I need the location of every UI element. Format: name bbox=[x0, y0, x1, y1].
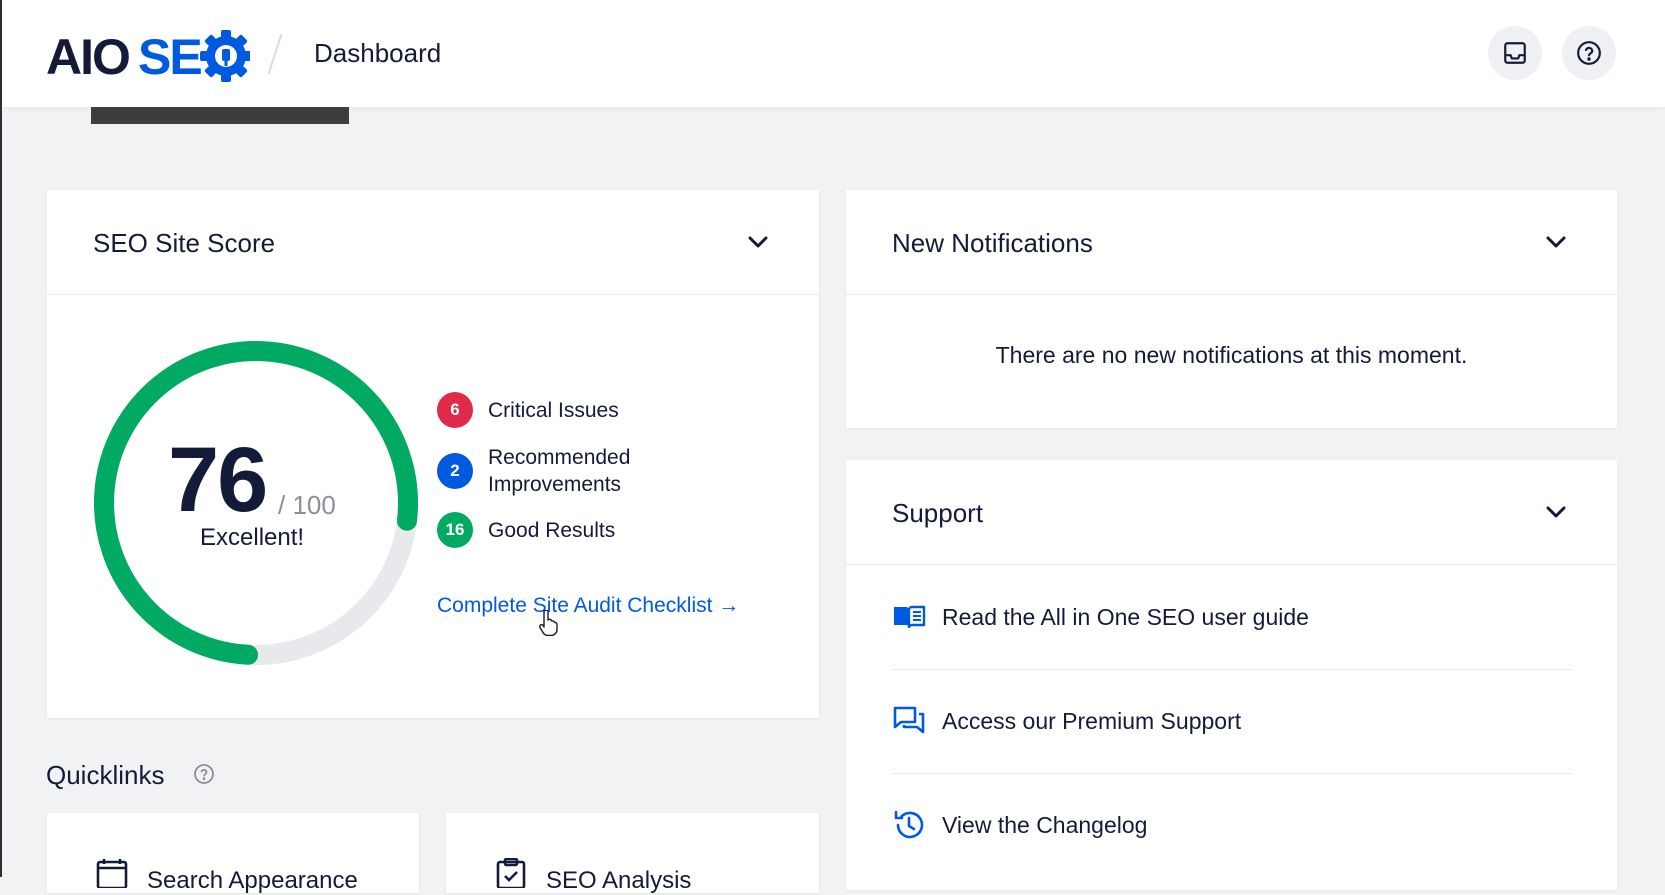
card-title: New Notifications bbox=[892, 228, 1093, 258]
notifications-inbox-button[interactable] bbox=[1488, 26, 1542, 80]
support-item-user-guide[interactable]: Read the All in One SEO user guide bbox=[892, 565, 1572, 670]
support-item-premium-support[interactable]: Access our Premium Support bbox=[892, 669, 1572, 774]
notifications-empty-message: There are no new notifications at this m… bbox=[995, 342, 1468, 368]
critical-count-badge: 6 bbox=[437, 392, 473, 428]
quicklink-label: Search Appearance bbox=[147, 867, 358, 894]
card-title: Support bbox=[892, 498, 984, 528]
stat-good-results[interactable]: 16 Good Results bbox=[437, 512, 615, 548]
support-header[interactable]: Support bbox=[846, 460, 1617, 565]
svg-text:SE: SE bbox=[138, 29, 201, 82]
notifications-header[interactable]: New Notifications bbox=[846, 190, 1617, 295]
score-rating: Excellent! bbox=[200, 524, 305, 551]
history-icon bbox=[894, 810, 924, 839]
score-max: / 100 bbox=[278, 490, 336, 520]
support-item-label: View the Changelog bbox=[942, 811, 1148, 838]
support-item-label: Access our Premium Support bbox=[942, 707, 1242, 734]
window-edge bbox=[0, 0, 2, 877]
page-title: Dashboard bbox=[314, 38, 442, 68]
support-item-label: Read the All in One SEO user guide bbox=[942, 603, 1309, 630]
card-title: SEO Site Score bbox=[93, 228, 276, 258]
svg-text:AIO: AIO bbox=[46, 29, 129, 82]
chevron-down-icon[interactable] bbox=[747, 234, 769, 250]
quicklink-label: SEO Analysis bbox=[546, 867, 692, 894]
aioseo-logo[interactable]: AIO SE bbox=[46, 28, 250, 82]
hand-cursor-icon bbox=[539, 610, 558, 636]
help-button[interactable] bbox=[1562, 26, 1616, 80]
breadcrumb-divider bbox=[267, 33, 283, 75]
support-item-changelog[interactable]: View the Changelog bbox=[892, 773, 1572, 877]
seo-site-score-header[interactable]: SEO Site Score bbox=[47, 190, 819, 295]
help-icon bbox=[1577, 41, 1601, 65]
quicklinks-title: Quicklinks bbox=[46, 760, 165, 790]
stat-label: Recommended Improvements bbox=[488, 446, 631, 496]
complete-site-audit-link[interactable]: Complete Site Audit Checklist → bbox=[437, 594, 739, 618]
search-appearance-icon bbox=[96, 859, 128, 888]
chat-icon bbox=[893, 706, 925, 734]
score-value: 76 bbox=[168, 429, 268, 531]
chevron-down-icon[interactable] bbox=[1545, 504, 1567, 520]
new-notifications-card: New Notifications There are no new notif… bbox=[846, 190, 1617, 428]
chevron-down-icon[interactable] bbox=[1545, 234, 1567, 250]
support-card: Support Read the All in One SEO user gui… bbox=[846, 460, 1617, 890]
notice-bar bbox=[91, 107, 349, 124]
book-icon bbox=[894, 605, 926, 629]
quicklink-search-appearance[interactable]: Search Appearance bbox=[47, 813, 419, 894]
good-count-badge: 16 bbox=[437, 512, 473, 548]
quicklink-seo-analysis[interactable]: SEO Analysis bbox=[446, 813, 819, 894]
inbox-icon bbox=[1504, 42, 1526, 64]
stat-label: Critical Issues bbox=[488, 398, 619, 422]
stat-recommended-improvements[interactable]: 2 Recommended Improvements bbox=[437, 444, 648, 498]
recommended-count-badge: 2 bbox=[437, 453, 473, 489]
stat-critical-issues[interactable]: 6 Critical Issues bbox=[437, 392, 619, 428]
seo-analysis-icon bbox=[496, 858, 526, 888]
stat-label: Good Results bbox=[488, 518, 616, 542]
top-header: AIO SE Dashboard bbox=[2, 0, 1665, 107]
help-icon[interactable] bbox=[193, 763, 215, 785]
